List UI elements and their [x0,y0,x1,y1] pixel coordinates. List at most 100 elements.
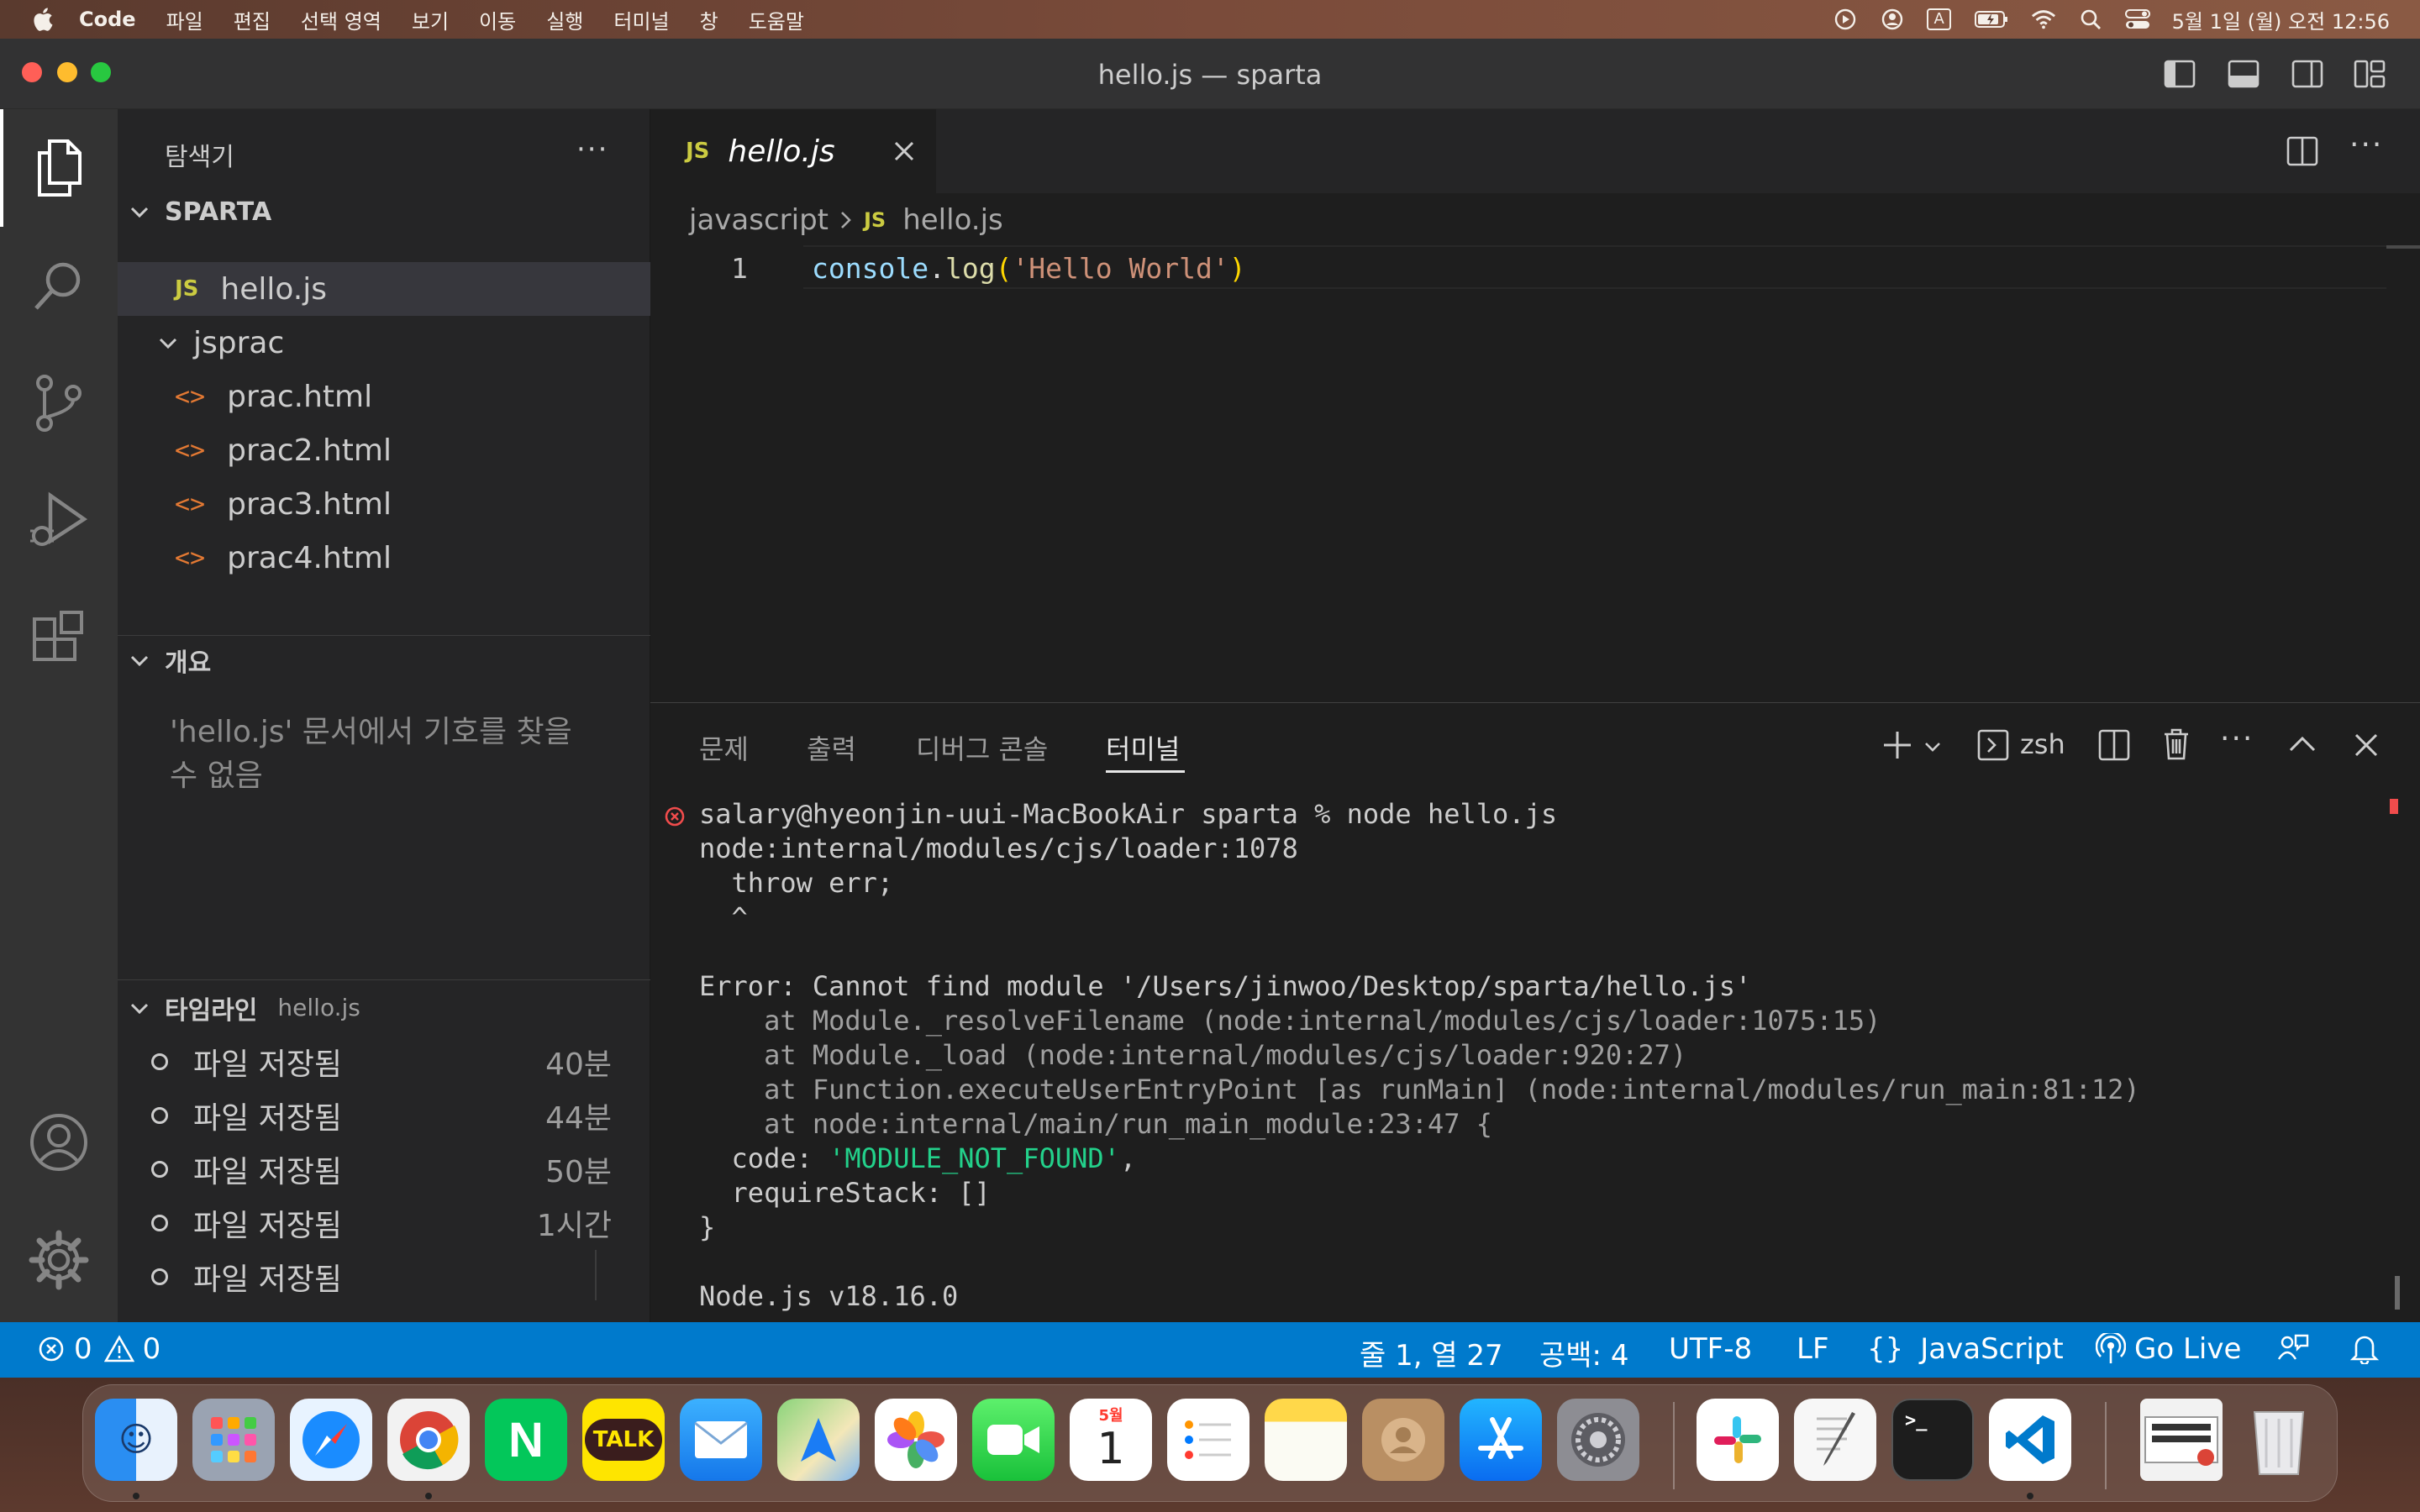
kakaotalk-icon[interactable]: TALK [582,1399,665,1481]
vscode-icon[interactable] [1989,1399,2071,1481]
calendar-icon[interactable]: 5월 1 [1070,1399,1152,1481]
screenshot-thumbnail-icon[interactable] [2140,1399,2223,1481]
app-store-icon[interactable] [1460,1399,1542,1481]
status-encoding[interactable]: UTF-8 [1669,1332,1752,1366]
menu-go[interactable]: 이동 [479,5,516,34]
toggle-panel-icon[interactable] [2227,57,2260,91]
feedback-icon[interactable] [2277,1332,2309,1364]
timeline-item[interactable]: 파일 저장됨 40분 [118,1035,650,1089]
activity-accounts[interactable] [0,1084,118,1201]
file-item-prac-html[interactable]: <> prac.html [118,370,650,423]
chrome-icon[interactable] [387,1399,470,1481]
activity-run-debug[interactable] [0,462,118,580]
customize-layout-icon[interactable] [2353,57,2386,91]
maps-icon[interactable] [777,1399,860,1481]
input-source-icon[interactable]: A [1927,7,1952,32]
toggle-primary-sidebar-icon[interactable] [2163,57,2196,91]
folder-item-jsprac[interactable]: jsprac [118,316,650,370]
menubar-clock[interactable]: 5월 1일 (월) 오전 12:56 [2172,5,2390,34]
menu-help[interactable]: 도움말 [749,5,804,34]
tab-terminal[interactable]: 터미널 [1106,728,1180,767]
new-terminal-plus-icon[interactable] [1881,728,1914,762]
activity-search[interactable] [0,227,118,344]
panel-more-icon[interactable]: ··· [2220,722,2254,756]
mail-icon[interactable] [680,1399,762,1481]
split-editor-icon[interactable] [2286,134,2319,168]
notes-icon[interactable] [1265,1399,1347,1481]
activity-extensions[interactable] [0,580,118,697]
spotlight-search-icon[interactable] [2078,7,2103,32]
user-account-icon[interactable] [1880,7,1905,32]
folder-header-sparta[interactable]: SPARTA [118,190,650,234]
trash-icon[interactable] [2238,1399,2320,1481]
code-editor[interactable]: javascript JS hello.js 1 console.log('He… [650,193,2420,702]
status-go-live[interactable]: Go Live [2096,1332,2241,1366]
finder-icon[interactable]: ☺ [95,1399,177,1481]
terminal-output[interactable]: salary@hyeonjin-uui-MacBookAir sparta % … [699,797,2140,1314]
toggle-secondary-sidebar-icon[interactable] [2291,57,2324,91]
menu-run[interactable]: 실행 [546,5,583,34]
minimap-slider[interactable] [2386,245,2420,249]
explorer-more-icon[interactable]: ··· [576,133,608,166]
tab-debug-console[interactable]: 디버그 콘솔 [916,728,1048,767]
photos-icon[interactable] [875,1399,957,1481]
timeline-item[interactable]: 파일 저장됨 [118,1250,650,1304]
file-item-hello-js[interactable]: JS hello.js [118,262,650,316]
activity-explorer[interactable] [0,109,118,227]
control-center-icon[interactable] [2124,7,2150,32]
terminal-shell-icon[interactable] [1976,728,2010,762]
file-item-prac2-html[interactable]: <> prac2.html [118,423,650,477]
safari-icon[interactable] [290,1399,372,1481]
tab-output[interactable]: 출력 [807,728,856,767]
wifi-icon[interactable] [2031,7,2056,32]
terminal-shell-name[interactable]: zsh [2020,728,2065,760]
breadcrumb-folder[interactable]: javascript [689,203,829,237]
status-cursor-position[interactable]: 줄 1, 열 27 [1360,1332,1503,1373]
trash-icon[interactable] [2160,727,2193,762]
status-language-mode[interactable]: {} JavaScript [1867,1332,2064,1366]
chevron-down-icon[interactable] [1923,737,1943,757]
reminders-icon[interactable] [1167,1399,1249,1481]
file-item-prac4-html[interactable]: <> prac4.html [118,531,650,585]
launchpad-icon[interactable] [192,1399,275,1481]
outline-section-header[interactable]: 개요 [118,635,650,684]
textedit-icon[interactable] [1794,1399,1876,1481]
status-problems[interactable]: 0 0 [37,1332,160,1366]
split-terminal-icon[interactable] [2097,728,2131,762]
contacts-icon[interactable] [1362,1399,1444,1481]
maximize-panel-chevron-up-icon[interactable] [2286,728,2319,762]
file-item-prac3-html[interactable]: <> prac3.html [118,477,650,531]
menu-view[interactable]: 보기 [412,5,449,34]
menu-selection[interactable]: 선택 영역 [301,5,381,34]
code-line[interactable]: 1 console.log('Hello World') [650,245,2420,289]
editor-more-icon[interactable]: ··· [2349,128,2383,162]
terminal-scrollbar-thumb[interactable] [2395,1276,2400,1310]
terminal-app-icon[interactable]: >_ [1891,1399,1974,1481]
status-eol[interactable]: LF [1797,1332,1829,1366]
naver-icon[interactable]: N [485,1399,567,1481]
facetime-icon[interactable] [972,1399,1055,1481]
timeline-item[interactable]: 파일 저장됨 44분 [118,1089,650,1142]
system-settings-icon[interactable] [1557,1399,1639,1481]
timeline-section-header[interactable]: 타임라인 hello.js [118,979,650,1035]
close-icon[interactable] [892,139,916,163]
tab-hello-js[interactable]: JS hello.js [650,109,936,193]
breadcrumb-file[interactable]: hello.js [902,203,1003,237]
menu-file[interactable]: 파일 [166,5,203,34]
timeline-item[interactable]: 파일 저장됨 50분 [118,1142,650,1196]
error-circle-icon[interactable] [664,806,686,827]
menu-edit[interactable]: 편집 [234,5,271,34]
activity-manage[interactable] [0,1201,118,1319]
menu-app-name[interactable]: Code [79,8,136,31]
apple-icon[interactable] [30,6,54,33]
timeline-item[interactable]: 파일 저장됨 1시간 [118,1196,650,1250]
menu-terminal[interactable]: 터미널 [613,5,669,34]
status-indentation[interactable]: 공백: 4 [1539,1332,1628,1373]
notifications-bell-icon[interactable] [2349,1332,2380,1364]
media-play-icon[interactable] [1833,7,1858,32]
menu-window[interactable]: 창 [700,5,718,34]
close-panel-icon[interactable] [2349,728,2383,762]
slack-icon[interactable] [1697,1399,1779,1481]
battery-icon[interactable] [1974,7,2009,32]
tab-problems[interactable]: 문제 [699,728,749,767]
